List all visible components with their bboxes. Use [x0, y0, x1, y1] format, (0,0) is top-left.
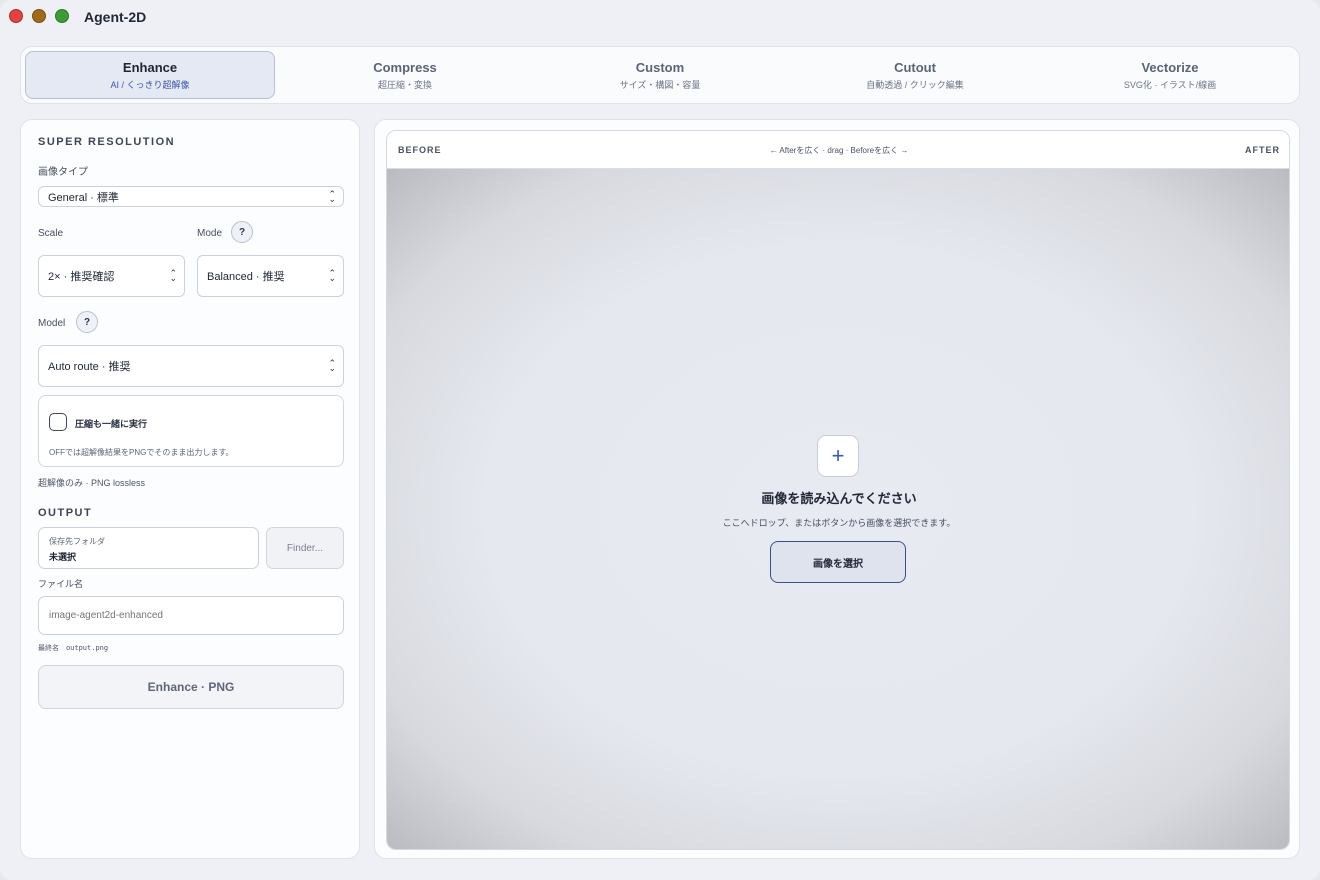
folder-value: 未選択	[49, 552, 77, 562]
empty-state-subtitle: ここへドロップ、またはボタンから画像を選択できます。	[722, 518, 956, 528]
compress-option-card: 圧縮も一緒に実行 OFFでは超解像結果をPNGでそのまま出力します。	[38, 395, 344, 467]
mode-select[interactable]: Balanced · 推奨 ⌃ ⌄	[197, 255, 344, 297]
chevron-updown-icon: ⌃ ⌄	[169, 268, 177, 283]
final-name-label: 最終名	[38, 645, 59, 652]
model-select[interactable]: Auto route · 推奨 ⌃ ⌄	[38, 345, 344, 387]
chevron-updown-icon: ⌃ ⌄	[328, 358, 336, 373]
filename-input[interactable]	[38, 596, 344, 635]
chevron-updown-icon: ⌃ ⌄	[328, 268, 336, 283]
compare-header: BEFORE ← Afterを広く · drag · Beforeを広く → A…	[387, 131, 1289, 169]
mode-label: Mode	[197, 228, 223, 239]
close-window-button[interactable]	[9, 9, 23, 23]
tab-sublabel: AI / くっきり超解像	[110, 79, 190, 90]
tab-sublabel: SVG化 · イラスト/線画	[1123, 79, 1217, 90]
output-mode-text: 超解像のみ · PNG lossless	[38, 478, 146, 488]
compress-checkbox-label: 圧縮も一緒に実行	[75, 419, 148, 429]
model-help-button[interactable]: ?	[76, 311, 98, 333]
tab-custom[interactable]: Custom サイズ・構図・容量	[535, 51, 785, 99]
chevron-updown-icon: ⌃ ⌄	[328, 188, 336, 204]
final-name-row: 最終名 output.png	[38, 643, 108, 653]
enhance-run-button[interactable]: Enhance · PNG	[38, 665, 344, 709]
settings-panel: SUPER RESOLUTION 画像タイプ General · 標準 ⌃ ⌄ S…	[20, 119, 360, 859]
app-window: Agent-2D Enhance AI / くっきり超解像 Compress 超…	[0, 0, 1320, 880]
filename-label: ファイル名	[38, 579, 84, 589]
mode-help-button[interactable]: ?	[231, 221, 253, 243]
scale-select[interactable]: 2× · 推奨確認 ⌃ ⌄	[38, 255, 185, 297]
title-bar: Agent-2D	[0, 0, 1320, 34]
final-name-value: output.png	[65, 644, 109, 652]
section-title-super-resolution: SUPER RESOLUTION	[38, 136, 176, 148]
app-title: Agent-2D	[84, 9, 147, 25]
mode-tab-bar: Enhance AI / くっきり超解像 Compress 超圧縮・変換 Cus…	[20, 46, 1300, 104]
tab-sublabel: 自動透過 / クリック編集	[866, 79, 964, 90]
output-folder-field[interactable]: 保存先フォルダ 未選択	[38, 527, 259, 569]
zoom-window-button[interactable]	[55, 9, 69, 23]
tab-compress[interactable]: Compress 超圧縮・変換	[280, 51, 530, 99]
scale-value: 2× · 推奨確認	[48, 271, 115, 283]
compress-checkbox[interactable]	[49, 413, 67, 431]
image-drop-zone[interactable]: + 画像を読み込んでください ここへドロップ、またはボタンから画像を選択できます…	[387, 169, 1289, 849]
finder-button[interactable]: Finder...	[266, 527, 344, 569]
drag-hint: ← Afterを広く · drag · Beforeを広く →	[769, 146, 909, 155]
tab-label: Vectorize	[1141, 59, 1199, 75]
tab-cutout[interactable]: Cutout 自動透過 / クリック編集	[790, 51, 1040, 99]
tab-label: Enhance	[122, 59, 178, 75]
mode-value: Balanced · 推奨	[207, 271, 285, 283]
tab-label: Custom	[635, 59, 685, 75]
tab-label: Compress	[373, 59, 437, 75]
tab-enhance[interactable]: Enhance AI / くっきり超解像	[25, 51, 275, 99]
section-title-output: OUTPUT	[38, 507, 93, 519]
tab-vectorize[interactable]: Vectorize SVG化 · イラスト/線画	[1045, 51, 1295, 99]
minimize-window-button[interactable]	[32, 9, 46, 23]
tab-label: Cutout	[894, 59, 936, 75]
tab-sublabel: 超圧縮・変換	[377, 79, 432, 90]
tab-sublabel: サイズ・構図・容量	[619, 79, 701, 90]
model-value: Auto route · 推奨	[48, 361, 131, 373]
preview-panel: BEFORE ← Afterを広く · drag · Beforeを広く → A…	[374, 119, 1300, 859]
scale-label: Scale	[38, 228, 64, 239]
compress-note: OFFでは超解像結果をPNGでそのまま出力します。	[49, 448, 234, 457]
image-type-label: 画像タイプ	[38, 167, 88, 178]
empty-state-title: 画像を読み込んでください	[761, 491, 917, 506]
model-label: Model	[38, 318, 66, 329]
choose-image-button[interactable]: 画像を選択	[770, 541, 906, 583]
before-after-compare[interactable]: BEFORE ← Afterを広く · drag · Beforeを広く → A…	[386, 130, 1290, 850]
after-label: AFTER	[1245, 145, 1280, 155]
add-image-icon[interactable]: +	[817, 435, 859, 477]
image-type-value: General · 標準	[48, 191, 119, 204]
image-type-select[interactable]: General · 標準 ⌃ ⌄	[38, 186, 344, 207]
folder-label: 保存先フォルダ	[49, 537, 105, 546]
